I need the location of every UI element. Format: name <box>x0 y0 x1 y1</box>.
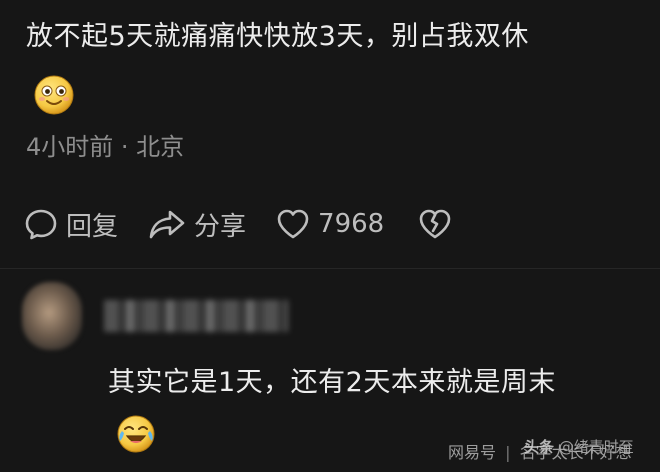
toutiao-watermark: 头条 @绪青时至 <box>524 434 634 460</box>
watermark-handle: @绪青时至 <box>558 438 634 456</box>
comment-text: 放不起5天就痛痛快快放3天，别占我双休 <box>26 21 529 52</box>
share-arrow-icon <box>149 210 185 239</box>
watermark-source: 网易号 <box>448 443 497 462</box>
smile-emoji-icon <box>34 75 74 115</box>
comment-meta: 4小时前 · 北京 <box>26 133 185 161</box>
reply-label: 回复 <box>66 211 119 242</box>
dislike-button[interactable] <box>418 208 452 240</box>
comment-actions: 回复 分享 7968 <box>24 200 482 248</box>
reply-button[interactable]: 回复 <box>24 206 118 243</box>
reply-text: 其实它是1天，还有2天本来就是周末 <box>108 367 556 398</box>
like-button[interactable]: 7968 <box>276 208 384 240</box>
like-count: 7968 <box>318 209 385 239</box>
avatar[interactable] <box>22 282 82 350</box>
share-button[interactable]: 分享 <box>148 206 246 243</box>
crying-laughing-emoji-icon <box>117 415 155 453</box>
share-label: 分享 <box>194 211 247 242</box>
broken-heart-icon <box>419 209 451 239</box>
watermark-separator: | <box>505 443 511 462</box>
username-blurred[interactable] <box>104 300 288 332</box>
heart-icon <box>277 209 309 239</box>
comment-divider <box>0 268 660 269</box>
comment-bubble-icon <box>25 209 57 240</box>
watermark-brand: 头条 <box>524 438 555 456</box>
